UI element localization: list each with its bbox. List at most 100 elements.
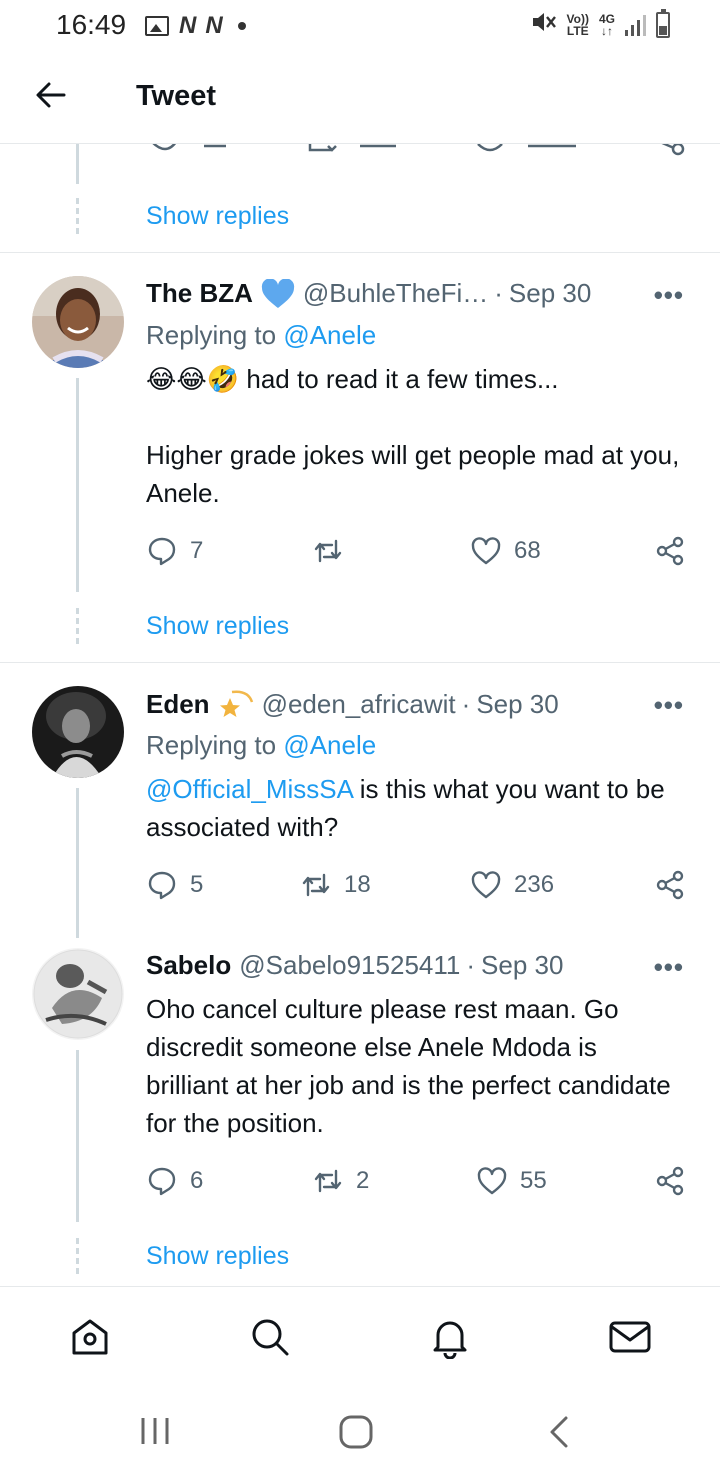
tweet-date[interactable]: Sep 30 (476, 689, 558, 720)
chevron-left-icon (550, 1416, 568, 1448)
share-icon (656, 870, 684, 900)
recent-apps-button[interactable] (138, 1414, 172, 1453)
thread-line (76, 788, 79, 938)
show-replies-link[interactable]: Show replies (146, 202, 289, 231)
user-handle[interactable]: @eden_africawit (262, 689, 456, 720)
reply-icon (148, 1167, 176, 1196)
separator: · (466, 950, 476, 980)
like-button[interactable]: 55 (476, 1165, 547, 1197)
volte-bottom: LTE (566, 24, 589, 38)
home-system-button[interactable] (338, 1414, 374, 1455)
tweet-actions: 5 18 236 (146, 869, 691, 905)
heart-icon (471, 871, 501, 899)
mention-link[interactable]: @Official_MissSA (146, 774, 353, 804)
heart-icon (471, 537, 501, 565)
replying-to: Replying to @Anele (146, 730, 376, 761)
show-replies-link[interactable]: Show replies (146, 612, 289, 641)
notifications-icon (433, 1321, 467, 1360)
user-handle[interactable]: @BuhleTheFi… (303, 278, 488, 309)
retweet-icon (302, 873, 330, 897)
reply-icon (148, 537, 176, 566)
network-arrows: ↓↑ (600, 24, 613, 38)
reply-count: 6 (190, 1167, 204, 1194)
notifications-tab[interactable] (428, 1315, 472, 1360)
tweet-text-content: had to read it a few times... (239, 364, 559, 394)
reply-button[interactable]: 6 (146, 1165, 203, 1197)
avatar[interactable] (32, 276, 124, 368)
mute-icon (531, 10, 557, 40)
top-app-bar: Tweet (0, 50, 720, 144)
thread-line (76, 144, 79, 184)
share-icon (656, 1166, 684, 1196)
tweet-actions: 6 2 55 (146, 1165, 691, 1201)
tweet-header: The BZA @BuhleTheFi… · Sep 30 (146, 278, 591, 309)
status-bar: 16:49 N N Vo)) LTE 4G ↓↑ (0, 0, 720, 50)
like-button[interactable]: 236 (470, 869, 554, 901)
replying-prefix: Replying to (146, 730, 277, 760)
share-button[interactable] (654, 869, 686, 901)
retweet-icon (314, 1169, 342, 1193)
tweet-header: Eden @eden_africawit · Sep 30 (146, 688, 559, 720)
share-button[interactable] (654, 1165, 686, 1197)
search-icon (252, 1319, 289, 1356)
n-icon: N (205, 12, 222, 39)
heart-icon (477, 1167, 507, 1195)
avatar[interactable] (32, 686, 124, 778)
separator: · (494, 278, 503, 308)
tweet-text: 😂😂🤣 had to read it a few times... Higher… (146, 360, 686, 512)
tweet-text: @Official_MissSA is this what you want t… (146, 770, 686, 846)
battery-icon (656, 9, 670, 38)
bottom-tab-bar (0, 1286, 720, 1386)
tweet-date[interactable]: Sep 30 (509, 278, 591, 309)
reply-button[interactable]: 5 (146, 869, 203, 901)
system-navigation-bar (0, 1386, 720, 1480)
more-options-button[interactable]: ••• (654, 280, 684, 311)
more-options-button[interactable]: ••• (654, 952, 684, 983)
display-name[interactable]: Eden (146, 689, 210, 720)
replying-prefix: Replying to (146, 320, 277, 350)
image-icon (145, 16, 169, 36)
separator: · (461, 688, 471, 719)
back-system-button[interactable] (544, 1414, 574, 1455)
divider (0, 252, 720, 253)
retweet-button[interactable]: 18 (300, 869, 371, 901)
thread-gap-line (76, 608, 79, 644)
tweet-text: Oho cancel culture please rest maan. Go … (146, 994, 671, 1138)
more-options-button[interactable]: ••• (654, 690, 684, 721)
thread-gap-line (76, 1238, 79, 1274)
tweet-text-line: 😂😂🤣 had to read it a few times... (146, 360, 686, 398)
volte-indicator: Vo)) LTE (567, 13, 589, 37)
search-tab[interactable] (248, 1315, 292, 1359)
share-button[interactable] (654, 535, 686, 567)
status-time: 16:49 (56, 9, 127, 40)
tweet-header: Sabelo @Sabelo91525411 · Sep 30 (146, 950, 563, 981)
like-button[interactable]: 68 (470, 535, 541, 567)
tweet-date[interactable]: Sep 30 (481, 950, 563, 981)
messages-tab[interactable] (608, 1315, 652, 1359)
arrow-left-icon (36, 82, 66, 108)
back-button[interactable] (34, 78, 68, 112)
retweet-count: 18 (344, 871, 371, 898)
like-count: 55 (520, 1167, 547, 1194)
user-handle[interactable]: @Sabelo91525411 (239, 950, 460, 981)
display-name[interactable]: The BZA (146, 278, 253, 309)
retweet-button[interactable]: 2 (312, 1165, 369, 1197)
avatar[interactable] (32, 948, 124, 1040)
display-name[interactable]: Sabelo (146, 950, 231, 981)
like-count: 68 (514, 537, 541, 564)
thread-gap-line (76, 198, 79, 234)
share-icon (656, 536, 684, 566)
reply-button[interactable]: 7 (146, 535, 203, 567)
blue-heart-icon (261, 278, 295, 309)
retweet-button[interactable] (312, 535, 356, 567)
thread-line (76, 1050, 79, 1222)
replying-to: Replying to @Anele (146, 320, 376, 351)
status-notification-icons: N N (145, 12, 246, 40)
retweet-count: 2 (356, 1167, 370, 1194)
home-tab[interactable] (68, 1315, 112, 1359)
reply-count: 5 (190, 871, 204, 898)
mention-link[interactable]: @Anele (283, 730, 376, 760)
signal-icon (625, 14, 646, 36)
mention-link[interactable]: @Anele (283, 320, 376, 350)
show-replies-link[interactable]: Show replies (146, 1242, 289, 1271)
